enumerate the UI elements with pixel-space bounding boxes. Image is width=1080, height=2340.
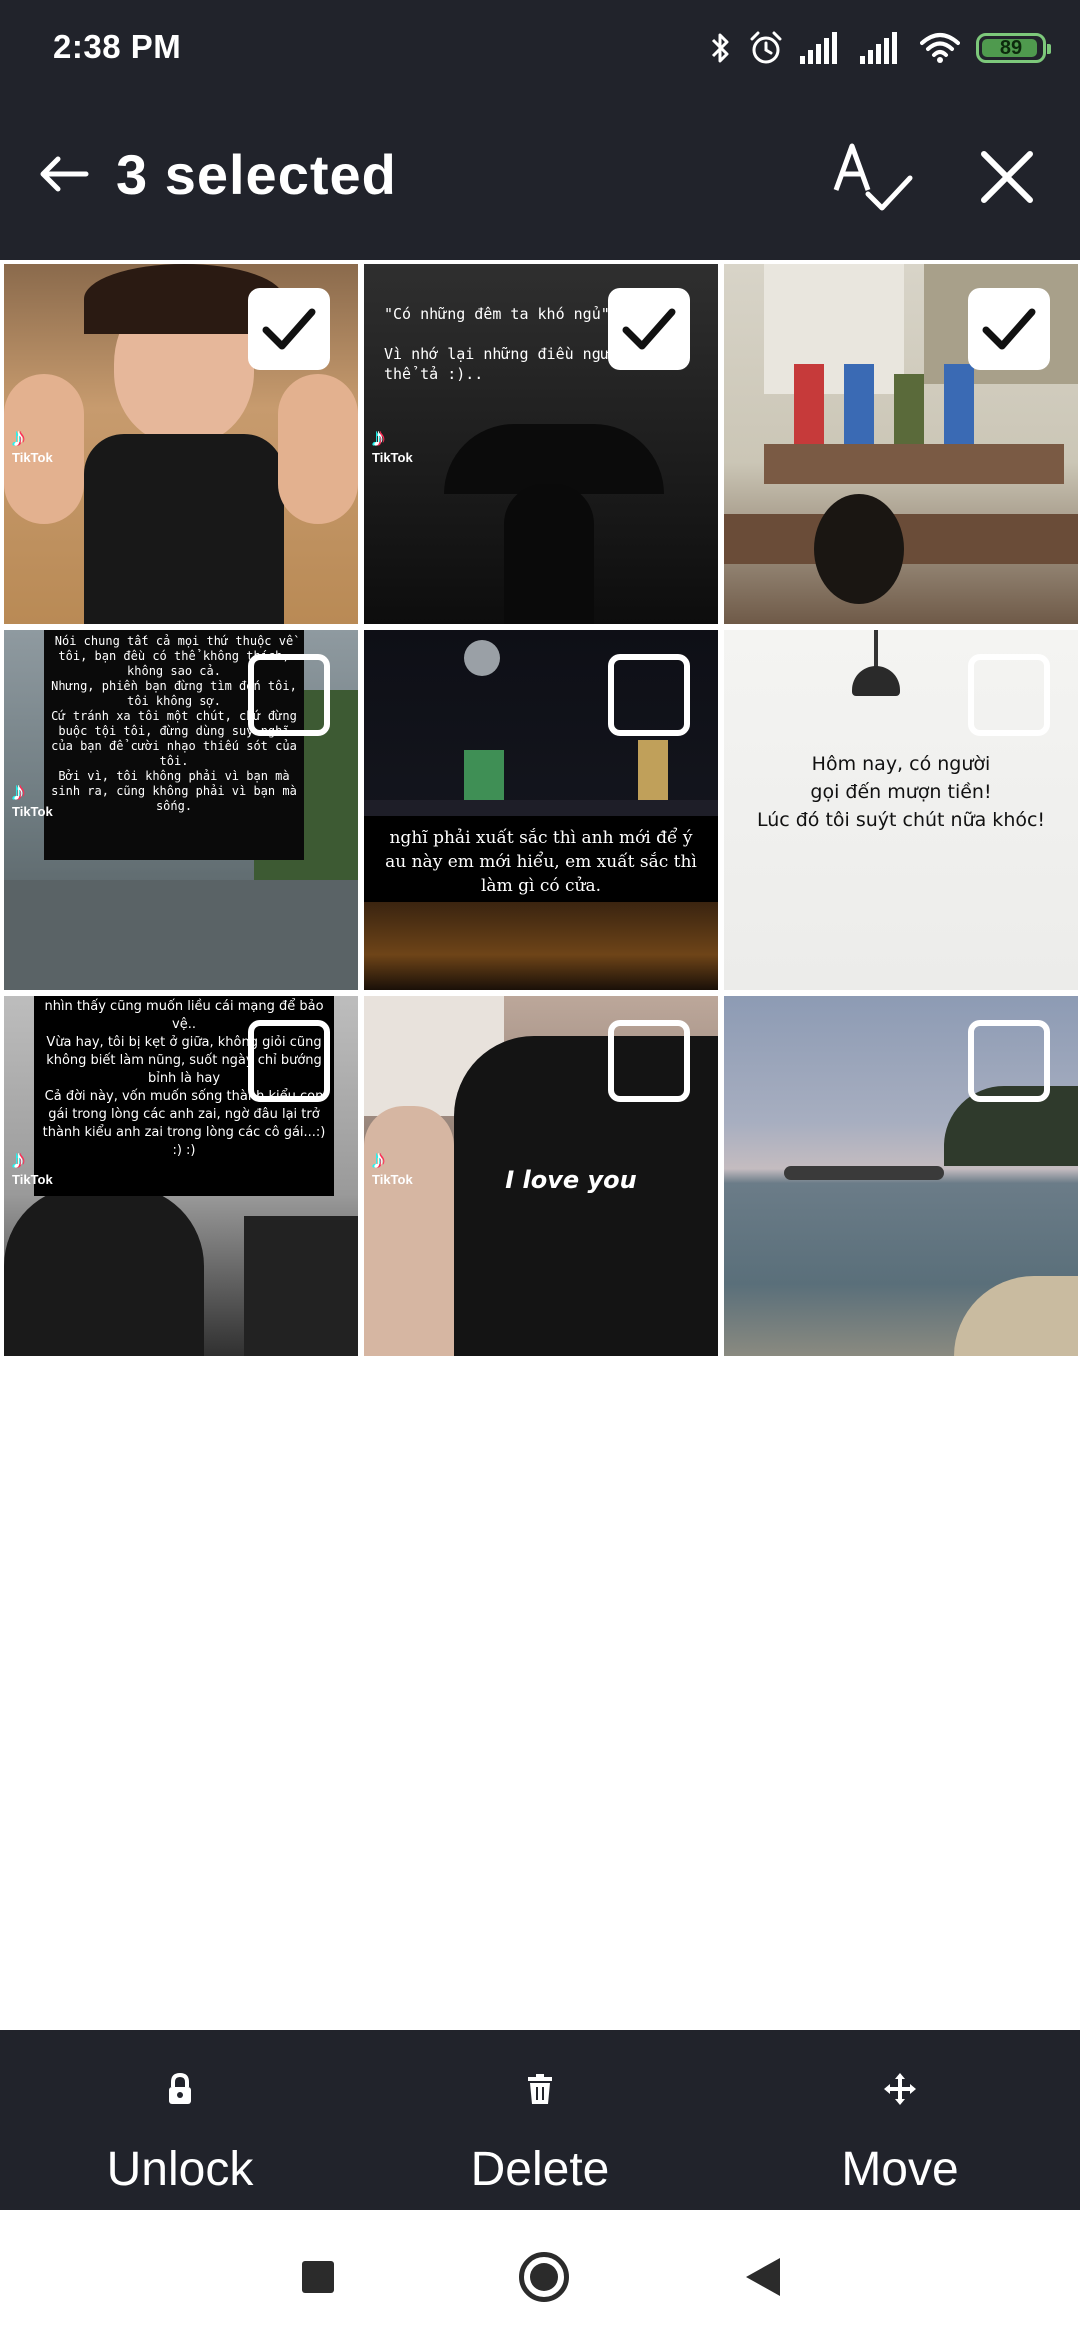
tiktok-logo-icon: ♪ xyxy=(12,422,25,452)
selection-checkbox[interactable] xyxy=(608,288,690,370)
unlock-label: Unlock xyxy=(106,2143,254,2196)
app-bar: 3 selected xyxy=(0,96,1080,260)
tiktok-label: TikTok xyxy=(372,450,413,465)
tiktok-label: TikTok xyxy=(12,450,53,465)
move-label: Move xyxy=(841,2143,959,2196)
thumbnail-tree xyxy=(4,1186,204,1356)
thumbnail-hand xyxy=(278,374,358,524)
battery-level: 89 xyxy=(999,36,1023,59)
thumbnail-desk xyxy=(764,444,1064,484)
thumbnail-child xyxy=(844,364,874,444)
system-nav-bar xyxy=(0,2210,1080,2340)
lock-icon xyxy=(169,2072,191,2104)
tiktok-watermark: ♪ TikTok xyxy=(372,1146,413,1187)
selection-checkbox[interactable] xyxy=(608,654,690,736)
tiktok-label: TikTok xyxy=(372,1172,413,1187)
tiktok-watermark: ♪ TikTok xyxy=(12,778,53,819)
grid-item[interactable] xyxy=(724,264,1078,624)
signal-icon xyxy=(800,32,837,64)
thumbnail-person xyxy=(504,484,594,624)
spellcheck-icon[interactable] xyxy=(830,138,916,218)
selection-checkbox[interactable] xyxy=(248,288,330,370)
selection-checkbox[interactable] xyxy=(248,654,330,736)
selection-checkbox[interactable] xyxy=(968,1020,1050,1102)
thumbnail-street xyxy=(4,880,358,990)
tiktok-watermark: ♪ TikTok xyxy=(372,424,413,465)
delete-button[interactable]: Delete xyxy=(390,2030,690,2210)
back-icon[interactable] xyxy=(746,2258,780,2296)
thumbnail-child xyxy=(894,374,924,444)
move-icon xyxy=(884,2073,916,2105)
action-bar: Unlock Delete Move xyxy=(0,2030,1080,2210)
thumbnail-wall xyxy=(764,264,904,394)
grid-item[interactable]: ♪ TikTok xyxy=(4,264,358,624)
delete-label: Delete xyxy=(470,2143,610,2196)
thumbnail-caption: nghĩ phải xuất sắc thì anh mới để ý au n… xyxy=(385,828,697,896)
tiktok-logo-icon: ♪ xyxy=(12,776,25,806)
move-button[interactable]: Move xyxy=(750,2030,1050,2210)
tiktok-watermark: ♪ TikTok xyxy=(12,1146,53,1187)
thumbnail-building xyxy=(244,1216,358,1356)
app-root: 2:38 PM 89 3 selected ♪ TikTok "Có những… xyxy=(0,0,1080,2340)
thumbnail-moon xyxy=(464,640,500,676)
status-time: 2:38 PM xyxy=(53,28,182,65)
back-arrow-icon[interactable] xyxy=(34,142,98,206)
checkmark-icon xyxy=(262,308,316,350)
thumbnail-beach xyxy=(954,1276,1078,1356)
status-icons: 89 xyxy=(710,26,1051,70)
thumbnail-lamp xyxy=(852,666,900,696)
tiktok-watermark: ♪ TikTok xyxy=(12,424,53,465)
grid-item[interactable]: I love you ♪ TikTok xyxy=(364,996,718,1356)
recents-icon[interactable] xyxy=(302,2261,334,2293)
grid-item[interactable]: nhìn thấy cũng muốn liều cái mạng để bảo… xyxy=(4,996,358,1356)
page-title: 3 selected xyxy=(116,143,397,206)
selection-checkbox[interactable] xyxy=(968,654,1050,736)
signal-icon xyxy=(860,32,897,64)
thumbnail-shirt xyxy=(84,434,284,624)
trash-icon xyxy=(528,2074,552,2104)
wifi-icon xyxy=(920,33,960,63)
grid-item[interactable] xyxy=(724,996,1078,1356)
tiktok-label: TikTok xyxy=(12,1172,53,1187)
tiktok-logo-icon: ♪ xyxy=(372,1144,385,1174)
tiktok-logo-icon: ♪ xyxy=(12,1144,25,1174)
thumbnail-child xyxy=(944,364,974,444)
bluetooth-icon xyxy=(711,33,729,63)
tiktok-label: TikTok xyxy=(12,804,53,819)
checkmark-icon xyxy=(982,308,1036,350)
home-icon[interactable] xyxy=(519,2252,569,2302)
grid-item[interactable]: "Có những đêm ta khó ngủ" Vì nhớ lại nhữ… xyxy=(364,264,718,624)
thumbnail-head xyxy=(814,494,904,604)
tiktok-logo-icon: ♪ xyxy=(372,422,385,452)
checkmark-icon xyxy=(622,308,676,350)
selection-checkbox[interactable] xyxy=(968,288,1050,370)
thumbnail-rocks xyxy=(784,1166,944,1180)
thumbnail-child xyxy=(794,364,824,444)
close-icon[interactable] xyxy=(972,142,1042,212)
status-bar: 2:38 PM 89 xyxy=(0,0,1080,96)
grid-item[interactable]: Nói chung tất cả mọi thứ thuộc về tôi, b… xyxy=(4,630,358,990)
thumbnail-lamp-cord xyxy=(874,630,878,670)
selection-checkbox[interactable] xyxy=(608,1020,690,1102)
thumbnail-caption: I love you xyxy=(505,1166,637,1194)
unlock-button[interactable]: Unlock xyxy=(30,2030,330,2210)
grid-item[interactable]: nghĩ phải xuất sắc thì anh mới để ý au n… xyxy=(364,630,718,990)
grid-item[interactable]: Hôm nay, có người gọi đến mượn tiền! Lúc… xyxy=(724,630,1078,990)
selection-checkbox[interactable] xyxy=(248,1020,330,1102)
alarm-icon xyxy=(750,31,782,64)
thumbnail-caption: Hôm nay, có người gọi đến mượn tiền! Lúc… xyxy=(756,753,1046,831)
battery-icon: 89 xyxy=(976,33,1051,63)
thumbnail-river xyxy=(364,902,718,990)
